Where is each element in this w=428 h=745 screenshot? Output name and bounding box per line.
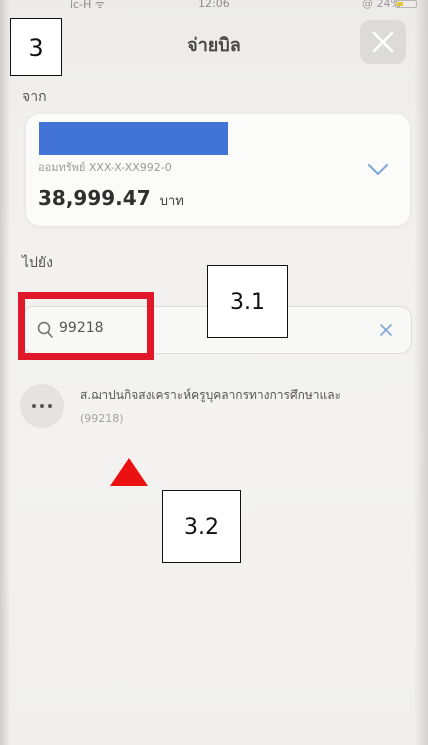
account-dropdown-button[interactable] bbox=[367, 162, 389, 181]
status-time: 12:06 bbox=[198, 0, 230, 10]
carrier-label: ic-H ᯤ bbox=[70, 0, 105, 11]
pointer-arrow-annotation bbox=[110, 458, 148, 486]
photo-edge-left bbox=[0, 0, 10, 745]
balance-amount: 38,999.47 bbox=[38, 186, 151, 210]
step-label-3: 3 bbox=[10, 18, 62, 76]
to-label: ไปยัง bbox=[22, 255, 53, 271]
bill-payment-screen: ic-H ᯤ 12:06 @ 24% จ่ายบิล จาก ออมทรัพย์… bbox=[0, 0, 428, 745]
biller-name: ส.ฌาปนกิจสงเคราะห์ครูบุคลากรทางการศึกษาแ… bbox=[80, 388, 342, 402]
account-number: ออมทรัพย์ XXX-X-XX992-0 bbox=[38, 161, 172, 174]
more-icon bbox=[20, 384, 64, 428]
search-highlight-annotation bbox=[18, 292, 154, 360]
source-account-card[interactable]: ออมทรัพย์ XXX-X-XX992-0 38,999.47 บาท bbox=[26, 114, 410, 226]
from-label: จาก bbox=[22, 89, 47, 105]
step-label-3-2: 3.2 bbox=[162, 490, 241, 563]
close-icon bbox=[372, 31, 394, 53]
step-label-3-1: 3.1 bbox=[207, 265, 288, 338]
clear-search-icon[interactable] bbox=[379, 323, 393, 337]
biller-code: (99218) bbox=[80, 412, 124, 425]
chevron-down-icon bbox=[368, 164, 388, 175]
balance-currency: บาท bbox=[159, 194, 184, 209]
battery-icon bbox=[395, 0, 417, 8]
biller-result-item[interactable]: ส.ฌาปนกิจสงเคราะห์ครูบุคลากรทางการศึกษาแ… bbox=[20, 378, 410, 438]
photo-edge-right bbox=[414, 0, 428, 745]
account-name-redaction bbox=[39, 122, 228, 155]
close-button[interactable] bbox=[360, 20, 406, 64]
status-bar: ic-H ᯤ 12:06 @ 24% bbox=[0, 0, 428, 14]
balance-row: 38,999.47 บาท bbox=[38, 186, 184, 211]
